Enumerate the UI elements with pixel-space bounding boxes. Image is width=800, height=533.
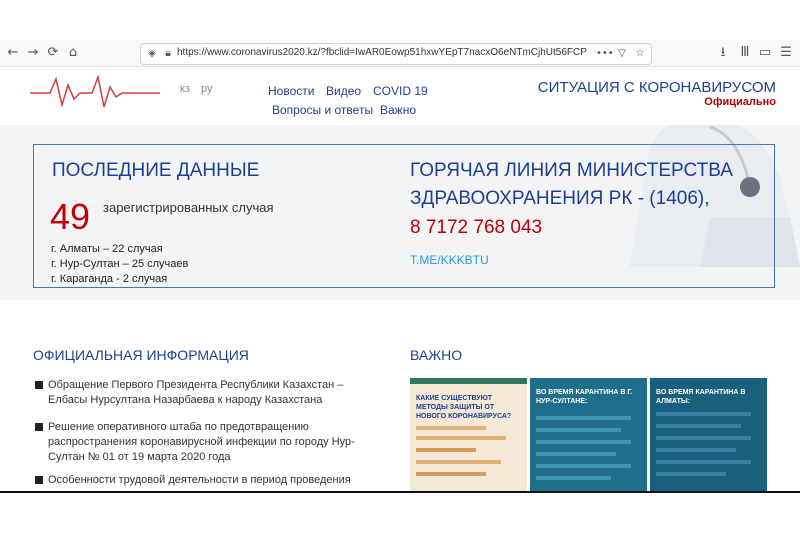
site-header: кз ру Новости Видео COVID 19 Вопросы и о… xyxy=(0,67,800,125)
city-stat: г. Караганда - 2 случая xyxy=(51,273,168,285)
window-bottom-edge xyxy=(0,491,800,493)
nav-faq[interactable]: Вопросы и ответы xyxy=(272,103,373,117)
important-title: ВАЖНО xyxy=(410,347,463,363)
city-stat: г. Алматы – 22 случая xyxy=(51,243,163,255)
pocket-icon[interactable]: ▽ xyxy=(615,47,629,61)
infographic-card-nursultan[interactable]: ВО ВРЕМЯ КАРАНТИНА В Г. НУР-СУЛТАНЕ: xyxy=(530,378,647,491)
card-title: КАКИЕ СУЩЕСТВУЮТ МЕТОДЫ ЗАЩИТЫ ОТ НОВОГО… xyxy=(416,395,512,420)
shield-icon[interactable]: ◈ xyxy=(145,47,159,61)
official-item[interactable]: Решение оперативного штаба по предотвращ… xyxy=(48,420,358,465)
menu-icon[interactable]: ☰ xyxy=(777,44,795,62)
infographic-card-almaty[interactable]: ВО ВРЕМЯ КАРАНТИНА В АЛМАТЫ: xyxy=(650,378,767,491)
case-count-label: зарегистрированных случая xyxy=(103,200,274,215)
infographic-card-protection[interactable]: КАКИЕ СУЩЕСТВУЮТ МЕТОДЫ ЗАЩИТЫ ОТ НОВОГО… xyxy=(410,378,527,491)
lang-ru-link[interactable]: ру xyxy=(201,83,213,95)
card-title: ВО ВРЕМЯ КАРАНТИНА В АЛМАТЫ: xyxy=(656,389,746,405)
browser-toolbar: ← → ⟳ ⌂ ◈ 🔒︎ https://www.coronavirus2020… xyxy=(0,40,800,67)
home-icon[interactable]: ⌂ xyxy=(64,44,82,62)
case-count: 49 xyxy=(50,196,91,237)
official-info-title: ОФИЦИАЛЬНАЯ ИНФОРМАЦИЯ xyxy=(33,347,249,363)
official-item[interactable]: Обращение Первого Президента Республики … xyxy=(48,378,358,408)
star-icon[interactable]: ☆ xyxy=(633,47,647,61)
hotline-phone[interactable]: 8 7172 768 043 xyxy=(410,217,542,239)
bullet-icon xyxy=(35,476,43,484)
nav-video[interactable]: Видео xyxy=(326,84,361,98)
arrow-right-icon[interactable]: → xyxy=(24,44,42,62)
download-icon[interactable]: ⭳ xyxy=(714,44,732,62)
hotline-title-line2: ЗДРАВООХРАНЕНИЯ РК - (1406), xyxy=(410,188,710,209)
arrow-left-icon[interactable]: ← xyxy=(4,44,22,62)
card-title: ВО ВРЕМЯ КАРАНТИНА В Г. НУР-СУЛТАНЕ: xyxy=(536,389,633,405)
heartbeat-logo-icon[interactable] xyxy=(30,73,160,111)
url-bar[interactable]: ◈ 🔒︎ https://www.coronavirus2020.kz/?fbc… xyxy=(140,43,652,65)
url-text[interactable]: https://www.coronavirus2020.kz/?fbclid=I… xyxy=(177,47,587,61)
hotline-title-line1: ГОРЯЧАЯ ЛИНИЯ МИНИСТЕРСТВА xyxy=(410,160,733,181)
lang-kz-link[interactable]: кз xyxy=(180,83,190,95)
reload-icon[interactable]: ⟳ xyxy=(44,44,62,62)
official-item[interactable]: Особенности трудовой деятельности в пери… xyxy=(48,473,358,488)
stats-title: ПОСЛЕДНИЕ ДАННЫЕ xyxy=(52,160,260,181)
site-title: СИТУАЦИЯ С КОРОНАВИРУСОМ xyxy=(537,79,776,96)
bullet-icon xyxy=(35,423,43,431)
nav-news[interactable]: Новости xyxy=(268,84,314,98)
web-page: кз ру Новости Видео COVID 19 Вопросы и о… xyxy=(0,67,800,491)
library-icon[interactable]: Ⅲ xyxy=(736,44,754,62)
telegram-link[interactable]: T.ME/KKKBTU xyxy=(410,253,489,267)
more-icon[interactable]: ••• xyxy=(596,47,614,61)
bullet-icon xyxy=(35,381,43,389)
nav-important[interactable]: Важно xyxy=(380,103,416,117)
site-subtitle: Официально xyxy=(704,96,776,108)
nav-covid19[interactable]: COVID 19 xyxy=(373,84,428,98)
city-stat: г. Нур-Султан – 25 случаев xyxy=(51,258,189,270)
lock-icon[interactable]: 🔒︎ xyxy=(161,47,175,61)
sidebar-icon[interactable]: ▭ xyxy=(756,44,774,62)
